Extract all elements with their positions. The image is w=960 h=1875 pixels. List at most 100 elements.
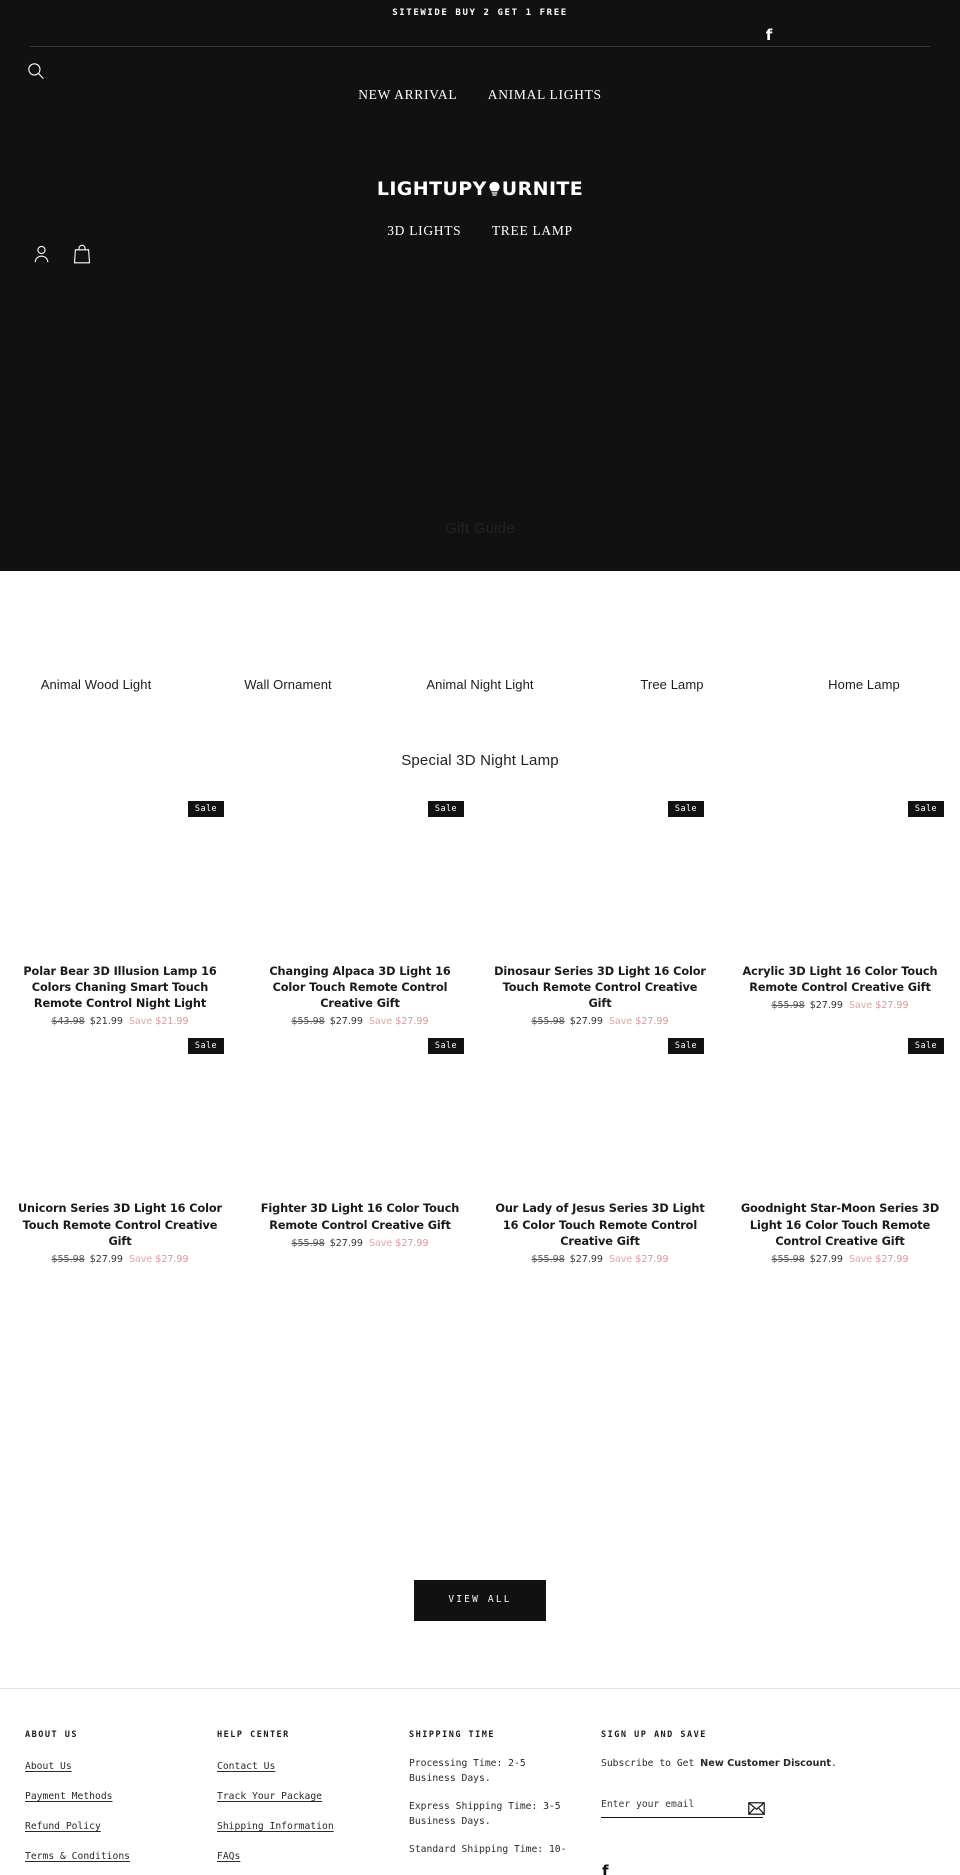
logo-text-after: URNITE <box>501 178 584 200</box>
subscribe-strong: New Customer Discount <box>700 1758 831 1769</box>
footer-column-signup: SIGN UP AND SAVE Subscribe to Get New Cu… <box>601 1730 935 1875</box>
product-image[interactable]: Sale <box>494 790 706 962</box>
primary-nav-bottom: 3D LIGHTS TREE LAMP <box>0 222 960 240</box>
category-wall-ornament[interactable]: Wall Ornament <box>192 676 384 694</box>
product-card[interactable]: Sale Unicorn Series 3D Light 16 Color To… <box>0 1027 240 1265</box>
footer-link-payment-methods[interactable]: Payment Methods <box>25 1791 113 1802</box>
product-price: $55.98 $27.99 Save $27.99 <box>494 1254 706 1265</box>
status-badge: Sale <box>427 801 464 817</box>
price-current: $27.99 <box>89 1253 123 1265</box>
price-save-label: Save <box>128 1253 153 1265</box>
footer-link-shipping-information[interactable]: Shipping Information <box>217 1821 334 1832</box>
product-title: Acrylic 3D Light 16 Color Touch Remote C… <box>742 965 938 995</box>
status-badge: Sale <box>667 801 704 817</box>
footer-divider <box>0 1688 960 1689</box>
product-price: $55.98 $27.99 Save $27.99 <box>494 1016 706 1027</box>
status-badge: Sale <box>187 1038 224 1054</box>
view-all-button[interactable]: VIEW ALL <box>414 1580 546 1621</box>
product-grid: Sale Polar Bear 3D Illusion Lamp 16 Colo… <box>0 790 960 1265</box>
product-image[interactable]: Sale <box>14 790 226 962</box>
site-logo[interactable]: LIGHTUPY URNITE <box>0 178 960 200</box>
product-grid-row-2: Sale Unicorn Series 3D Light 16 Color To… <box>0 1027 960 1265</box>
email-field[interactable] <box>601 1798 731 1810</box>
footer-column-about-us: ABOUT US About Us Payment Methods Refund… <box>25 1730 217 1875</box>
status-badge: Sale <box>667 1038 704 1054</box>
price-current: $21.99 <box>89 1016 123 1028</box>
price-current: $27.99 <box>329 1237 363 1249</box>
price-save-amount: $21.99 <box>155 1016 189 1028</box>
price-save-amount: $27.99 <box>155 1253 189 1265</box>
price-save-label: Save <box>128 1016 153 1028</box>
envelope-icon[interactable] <box>748 1801 765 1815</box>
header-utility-icons <box>32 244 92 265</box>
product-card[interactable]: Sale Dinosaur Series 3D Light 16 Color T… <box>480 790 720 1027</box>
product-card[interactable]: Sale Our Lady of Jesus Series 3D Light 1… <box>480 1027 720 1265</box>
product-card[interactable]: Sale Changing Alpaca 3D Light 16 Color T… <box>240 790 480 1027</box>
shipping-standard-time: Standard Shipping Time: 10- <box>409 1844 567 1856</box>
price-current: $27.99 <box>809 1000 843 1012</box>
subscribe-prefix: Subscribe to Get <box>601 1758 701 1769</box>
category-animal-night-light[interactable]: Animal Night Light <box>384 676 576 694</box>
product-card[interactable]: Sale Acrylic 3D Light 16 Color Touch Rem… <box>720 790 960 1027</box>
newsletter-form <box>601 1794 765 1818</box>
product-image[interactable]: Sale <box>254 1027 466 1200</box>
announcement-bar: SITEWIDE BUY 2 GET 1 FREE <box>392 8 568 18</box>
price-save-amount: $27.99 <box>875 1000 909 1012</box>
category-animal-wood-light[interactable]: Animal Wood Light <box>0 676 192 694</box>
header-divider <box>30 46 930 47</box>
footer-link-contact-us[interactable]: Contact Us <box>217 1761 275 1772</box>
category-home-lamp[interactable]: Home Lamp <box>768 676 960 694</box>
nav-link-tree-lamp[interactable]: TREE LAMP <box>492 223 573 239</box>
category-label: Animal Night Light <box>426 677 534 692</box>
footer-link-about-us[interactable]: About Us <box>25 1761 72 1772</box>
product-title: Dinosaur Series 3D Light 16 Color Touch … <box>494 965 706 1011</box>
product-image[interactable]: Sale <box>494 1027 706 1200</box>
price-save-label: Save <box>608 1016 633 1028</box>
product-image[interactable]: Sale <box>734 790 946 962</box>
facebook-icon[interactable]: f <box>763 26 775 44</box>
product-price: $55.98 $27.99 Save $27.99 <box>254 1016 466 1027</box>
user-account-icon[interactable] <box>32 244 51 265</box>
footer-link-terms-conditions[interactable]: Terms & Conditions <box>25 1851 130 1862</box>
price-save-amount: $27.99 <box>875 1253 909 1265</box>
product-card[interactable]: Sale Polar Bear 3D Illusion Lamp 16 Colo… <box>0 790 240 1027</box>
price-save-label: Save <box>848 1253 873 1265</box>
price-compare-at: $55.98 <box>771 1253 805 1265</box>
price-save-amount: $27.99 <box>635 1016 669 1028</box>
price-compare-at: $43.98 <box>51 1016 85 1028</box>
product-card[interactable]: Sale Goodnight Star-Moon Series 3D Light… <box>720 1027 960 1265</box>
category-tree-lamp[interactable]: Tree Lamp <box>576 676 768 694</box>
lightbulb-icon <box>487 179 502 198</box>
site-footer: ABOUT US About Us Payment Methods Refund… <box>0 1730 960 1875</box>
footer-facebook-icon[interactable]: f <box>602 1862 609 1875</box>
nav-link-new-arrival[interactable]: NEW ARRIVAL <box>358 87 457 103</box>
gift-guide-heading: Gift Guide <box>445 520 515 537</box>
subscribe-description: Subscribe to Get New Customer Discount. <box>601 1756 911 1772</box>
footer-column-help-center: HELP CENTER Contact Us Track Your Packag… <box>217 1730 409 1875</box>
footer-heading: HELP CENTER <box>217 1730 290 1740</box>
product-title: Unicorn Series 3D Light 16 Color Touch R… <box>17 1202 223 1248</box>
gift-guide-category-row: Animal Wood Light Wall Ornament Animal N… <box>0 676 960 694</box>
shopping-bag-icon[interactable] <box>73 244 92 265</box>
nav-link-animal-lights[interactable]: ANIMAL LIGHTS <box>488 87 602 103</box>
footer-link-refund-policy[interactable]: Refund Policy <box>25 1821 101 1832</box>
category-label: Tree Lamp <box>640 677 704 692</box>
product-image[interactable]: Sale <box>14 1027 226 1200</box>
status-badge: Sale <box>907 801 944 817</box>
status-badge: Sale <box>427 1038 464 1054</box>
footer-link-track-your-package[interactable]: Track Your Package <box>217 1791 322 1802</box>
product-image[interactable]: Sale <box>254 790 466 962</box>
site-header-hero: SITEWIDE BUY 2 GET 1 FREE f NEW ARRIVAL … <box>0 0 960 571</box>
footer-link-faqs[interactable]: FAQs <box>217 1851 240 1862</box>
nav-link-3d-lights[interactable]: 3D LIGHTS <box>387 223 461 239</box>
product-image[interactable]: Sale <box>734 1027 946 1200</box>
price-save-label: Save <box>368 1237 393 1249</box>
search-icon[interactable] <box>27 62 45 80</box>
category-label: Home Lamp <box>828 677 900 692</box>
product-price: $55.98 $27.99 Save $27.99 <box>734 1000 946 1011</box>
product-card[interactable]: Sale Fighter 3D Light 16 Color Touch Rem… <box>240 1027 480 1264</box>
price-save-label: Save <box>848 1000 873 1012</box>
header-social-row: f <box>0 26 960 46</box>
price-current: $27.99 <box>569 1016 603 1028</box>
price-save-label: Save <box>368 1016 393 1028</box>
